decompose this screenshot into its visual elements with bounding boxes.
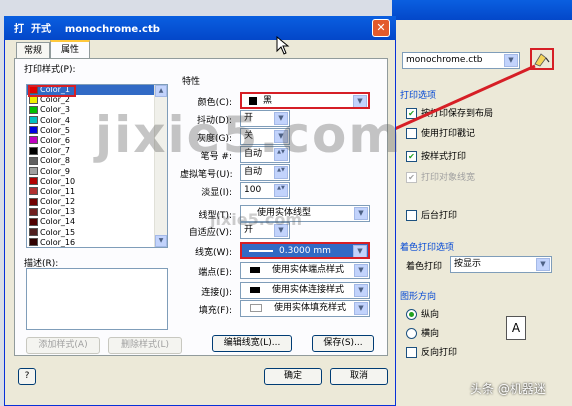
color-swatch-icon — [29, 156, 38, 165]
prop-field-fill[interactable]: 使用实体填充样式 ▼ — [240, 300, 370, 317]
prop-field-endcap[interactable]: 使用实体端点样式 ▼ — [240, 262, 370, 279]
style-name: Color_4 — [40, 115, 70, 125]
prop-label-screen: 淡显(I): — [201, 188, 232, 198]
style-name: Color_6 — [40, 135, 70, 145]
list-item[interactable]: Color_11 — [27, 187, 167, 197]
prop-label-join: 连接(J): — [201, 288, 232, 298]
endcap-style-icon — [250, 266, 260, 273]
prop-value-join: 使用实体连接样式 — [271, 285, 344, 295]
style-name: Color_9 — [40, 166, 70, 176]
color-swatch-icon — [29, 238, 38, 247]
delete-style-button[interactable]: 删除样式(L) — [108, 337, 182, 354]
cancel-button[interactable]: 取消 — [330, 368, 388, 385]
fill-style-icon — [250, 303, 262, 312]
list-item[interactable]: Color_9 — [27, 167, 167, 177]
color-swatch-icon — [29, 136, 38, 145]
add-style-button[interactable]: 添加样式(A) — [26, 337, 100, 354]
color-swatch-icon — [249, 96, 257, 105]
style-name: Color_3 — [40, 105, 70, 115]
save-as-button[interactable]: 保存(S)... — [312, 335, 374, 352]
style-name: Color_10 — [40, 176, 76, 186]
chevron-down-icon: ▼ — [354, 264, 368, 277]
color-swatch-icon — [29, 116, 38, 125]
join-style-icon — [250, 286, 260, 293]
color-swatch-icon — [29, 217, 38, 226]
dialog-title: 打 开式 monochrome.ctb — [14, 24, 160, 35]
watermark: jixie5.com — [95, 106, 403, 164]
prop-field-vpen[interactable]: 自动 ▲▼ — [240, 164, 290, 181]
style-name: Color_11 — [40, 186, 76, 196]
edit-lineweights-button[interactable]: 编辑线宽(L)... — [212, 335, 292, 352]
prop-field-lineweight[interactable]: 0.3000 mm ▼ — [240, 242, 370, 259]
list-item[interactable]: Color_12 — [27, 197, 167, 207]
prop-value-fill: 使用实体填充样式 — [273, 303, 346, 313]
list-item[interactable]: Color_13 — [27, 207, 167, 217]
style-name: Color_15 — [40, 227, 76, 237]
footer-watermark: 头条 @机器迷 — [470, 382, 546, 396]
list-item[interactable]: Color_16 — [27, 237, 167, 247]
prop-label-lineweight: 线宽(W): — [195, 248, 232, 258]
prop-value-lineweight: 0.3000 mm — [279, 246, 331, 256]
lineweight-sample-icon — [249, 249, 273, 252]
dialog-titlebar: 打 开式 monochrome.ctb ✕ — [4, 16, 396, 40]
close-button[interactable]: ✕ — [372, 19, 390, 37]
color-swatch-icon — [29, 187, 38, 196]
color-swatch-icon — [29, 126, 38, 135]
description-textarea[interactable] — [26, 268, 168, 330]
ok-button[interactable]: 确定 — [264, 368, 322, 385]
style-name: Color_12 — [40, 197, 76, 207]
color-swatch-icon — [29, 146, 38, 155]
prop-field-screen[interactable]: 100 ▲▼ — [240, 182, 290, 199]
list-item[interactable]: Color_14 — [27, 217, 167, 227]
style-name: Color_8 — [40, 156, 70, 166]
prop-label-endcap: 端点(E): — [198, 268, 232, 278]
list-item[interactable]: Color_10 — [27, 177, 167, 187]
color-swatch-icon — [29, 105, 38, 114]
prop-field-join[interactable]: 使用实体连接样式 ▼ — [240, 282, 370, 299]
spinner-icon: ▲▼ — [274, 166, 288, 179]
style-name: Color_7 — [40, 146, 70, 156]
tab-properties[interactable]: 属性 — [50, 40, 90, 58]
prop-value-vpen: 自动 — [244, 167, 263, 177]
watermark-small: jixie5.com — [210, 210, 302, 229]
tab-general[interactable]: 常规 — [16, 42, 50, 58]
scroll-down-icon[interactable]: ▼ — [155, 235, 167, 247]
prop-label-vpen: 虚拟笔号(U): — [180, 170, 233, 180]
chevron-down-icon: ▼ — [354, 284, 368, 297]
plot-styles-label: 打印样式(P): — [24, 65, 76, 75]
spinner-icon: ▲▼ — [274, 184, 288, 197]
color-swatch-icon — [29, 207, 38, 216]
color-swatch-icon — [29, 228, 38, 237]
mouse-cursor-icon — [276, 36, 290, 55]
chevron-down-icon: ▼ — [353, 245, 367, 257]
color-swatch-icon — [29, 197, 38, 206]
prop-value-endcap: 使用实体端点样式 — [271, 265, 344, 275]
chevron-down-icon: ▼ — [354, 207, 368, 220]
color-swatch-icon — [29, 177, 38, 186]
chevron-down-icon: ▼ — [354, 302, 368, 315]
color-swatch-icon — [29, 167, 38, 175]
selected-style-highlight — [28, 85, 76, 97]
scroll-up-icon[interactable]: ▲ — [155, 85, 167, 97]
style-name: Color_13 — [40, 207, 76, 217]
prop-value-color: 黑 — [263, 96, 273, 106]
list-item[interactable]: Color_15 — [27, 228, 167, 238]
properties-group-title: 特性 — [182, 77, 201, 87]
style-name: Color_16 — [40, 237, 76, 247]
style-name: Color_14 — [40, 217, 76, 227]
style-name: Color_5 — [40, 125, 70, 135]
help-button[interactable]: ? — [18, 368, 36, 385]
prop-value-screen: 100 — [244, 185, 262, 195]
prop-label-fill: 填充(F): — [198, 306, 232, 316]
